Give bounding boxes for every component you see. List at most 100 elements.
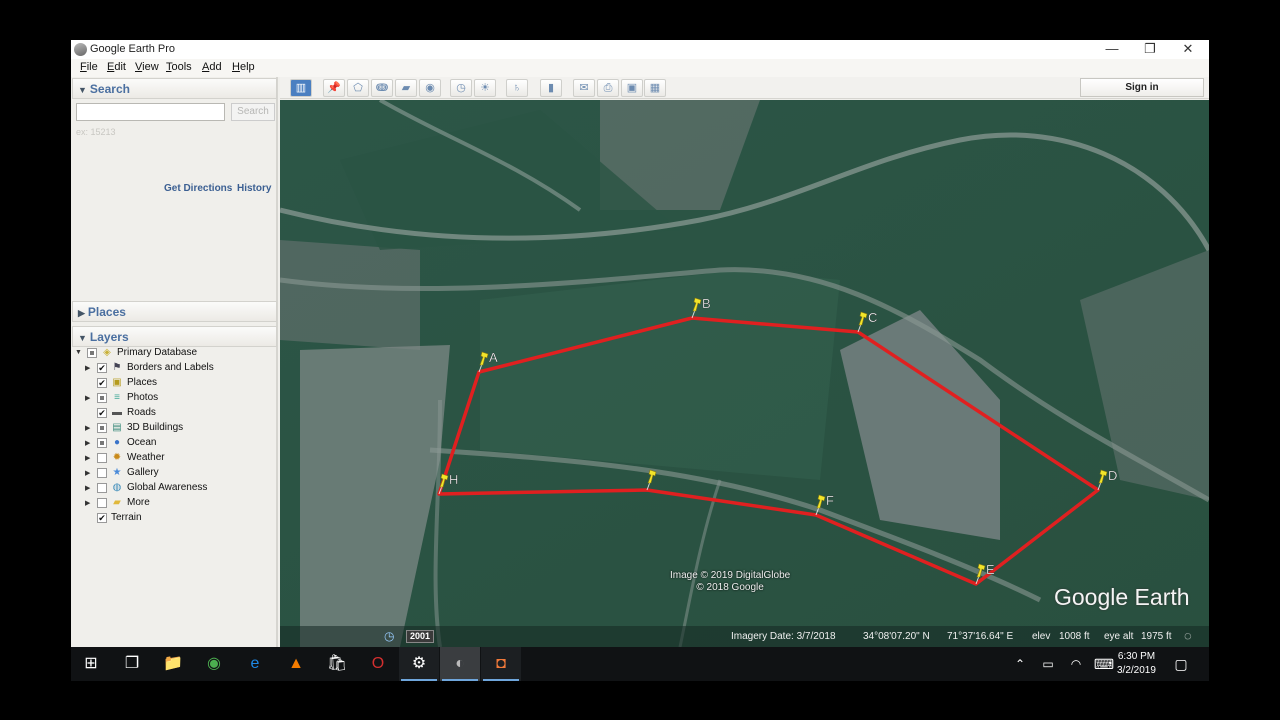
layer-item[interactable]: ▶ ✔ ⚑ Borders and Labels xyxy=(71,362,277,377)
collapse-arrow-icon[interactable]: ▼ xyxy=(75,349,82,356)
layer-label: Primary Database xyxy=(117,347,198,358)
layer-checkbox[interactable]: ✔ xyxy=(97,408,107,418)
elev-value: 1008 ft xyxy=(1059,631,1090,642)
close-button[interactable]: ✕ xyxy=(1169,40,1207,59)
layer-checkbox[interactable] xyxy=(97,438,107,448)
menu-add[interactable]: Add xyxy=(202,61,222,73)
placemark-label: D xyxy=(1108,468,1117,483)
historical-imagery-button[interactable]: ◷ xyxy=(450,79,472,97)
layer-checkbox[interactable] xyxy=(97,498,107,508)
screen-recorder-app[interactable]: ◘ xyxy=(481,647,521,681)
layer-checkbox[interactable]: ✔ xyxy=(97,513,107,523)
record-tour-button[interactable]: ◉ xyxy=(419,79,441,97)
search-input[interactable] xyxy=(76,103,225,121)
settings-app[interactable]: ⚙ xyxy=(399,647,439,681)
sunlight-button[interactable]: ☀ xyxy=(474,79,496,97)
status-bar: ◷ 2001 Imagery Date: 3/7/2018 34°08'07.2… xyxy=(280,626,1209,647)
placemark-label: F xyxy=(826,493,834,508)
layer-item[interactable]: ▼ ◈ Primary Database xyxy=(71,347,277,362)
file-explorer-app[interactable]: 📁 xyxy=(153,647,193,681)
weather-icon: ✹ xyxy=(112,452,122,463)
layer-item[interactable]: ▶ ● Ocean xyxy=(71,437,277,452)
layers-panel-header[interactable]: ▼ Layers xyxy=(72,326,277,347)
layer-item[interactable]: ▶ ✹ Weather xyxy=(71,452,277,467)
layer-checkbox[interactable] xyxy=(97,468,107,478)
task-view-button[interactable]: ❐ xyxy=(112,647,152,681)
expand-arrow-icon[interactable]: ▶ xyxy=(85,454,90,462)
chrome-app[interactable]: ◉ xyxy=(194,647,234,681)
layer-checkbox[interactable] xyxy=(97,453,107,463)
sign-in-button[interactable]: Sign in xyxy=(1080,78,1204,97)
expand-arrow-icon[interactable]: ▶ xyxy=(85,364,90,372)
layer-item[interactable]: ▶ ▰ More xyxy=(71,497,277,512)
expand-arrow-icon[interactable]: ▶ xyxy=(85,439,90,447)
historical-year-badge[interactable]: 2001 xyxy=(406,630,434,643)
historical-imagery-clock-icon[interactable]: ◷ xyxy=(384,629,394,643)
layer-item[interactable]: ✔ ▬ Roads xyxy=(71,407,277,422)
history-link[interactable]: History xyxy=(237,183,271,194)
taskbar-clock[interactable]: 6:30 PM 3/2/2019 xyxy=(1117,650,1156,678)
restore-button[interactable]: ❐ xyxy=(1131,40,1169,59)
layer-checkbox[interactable] xyxy=(97,393,107,403)
google-earth-app[interactable]: ◐ xyxy=(440,647,480,681)
menu-edit[interactable]: Edit xyxy=(107,61,126,73)
email-button[interactable]: ✉ xyxy=(573,79,595,97)
notifications-icon[interactable]: ▢ xyxy=(1161,647,1201,681)
add-image-overlay-button[interactable]: ▰ xyxy=(395,79,417,97)
switch-planet-icon: ♄ xyxy=(512,82,522,94)
opera-app[interactable]: O xyxy=(358,647,398,681)
email-icon: ✉ xyxy=(579,82,589,94)
map-view[interactable]: A B C D E F H Image © 2019 DigitalGlobe © 2018… xyxy=(280,100,1209,647)
layer-item[interactable]: ▶ ◍ Global Awareness xyxy=(71,482,277,497)
menu-help[interactable]: Help xyxy=(232,61,255,73)
database-icon: ◈ xyxy=(103,347,111,358)
layer-item[interactable]: ✔ ▣ Places xyxy=(71,377,277,392)
get-directions-link[interactable]: Get Directions xyxy=(164,183,232,194)
switch-planet-button[interactable]: ♄ xyxy=(506,79,528,97)
ruler-button[interactable]: ▮ xyxy=(540,79,562,97)
menu-bar: File Edit View Tools Add Help xyxy=(71,59,1209,77)
placemark-label: B xyxy=(702,296,711,311)
expand-arrow-icon[interactable]: ▶ xyxy=(85,424,90,432)
layer-item[interactable]: ✔ Terrain xyxy=(71,512,277,527)
vlc-app[interactable]: ▲ xyxy=(276,647,316,681)
add-path-button[interactable]: ↈ xyxy=(371,79,393,97)
layer-checkbox[interactable] xyxy=(97,423,107,433)
save-image-button[interactable]: ▣ xyxy=(621,79,643,97)
expand-arrow-icon[interactable]: ▶ xyxy=(85,469,90,477)
layer-checkbox[interactable]: ✔ xyxy=(97,363,107,373)
minimize-button[interactable]: — xyxy=(1093,40,1131,59)
print-button[interactable]: ⎙ xyxy=(597,79,619,97)
menu-tools[interactable]: Tools xyxy=(166,61,192,73)
menu-file[interactable]: File xyxy=(80,61,98,73)
store-app[interactable]: 🛍 xyxy=(317,647,357,681)
layer-label: More xyxy=(127,497,150,508)
print-icon: ⎙ xyxy=(603,82,613,94)
layer-item[interactable]: ▶ ▤ 3D Buildings xyxy=(71,422,277,437)
layer-checkbox[interactable] xyxy=(97,483,107,493)
edge-app[interactable]: e xyxy=(235,647,275,681)
search-button[interactable]: Search xyxy=(231,103,275,121)
roads-icon: ▬ xyxy=(112,407,122,418)
start-button[interactable]: ⊞ xyxy=(71,647,111,681)
layer-item[interactable]: ▶ ≡ Photos xyxy=(71,392,277,407)
layer-checkbox[interactable]: ✔ xyxy=(97,378,107,388)
layer-item[interactable]: ▶ ★ Gallery xyxy=(71,467,277,482)
layer-checkbox[interactable] xyxy=(87,348,97,358)
layer-label: 3D Buildings xyxy=(127,422,184,433)
menu-view[interactable]: View xyxy=(135,61,159,73)
expand-arrow-icon[interactable]: ▶ xyxy=(85,499,90,507)
hide-sidebar-button[interactable]: ▥ xyxy=(290,79,312,97)
hide-sidebar-icon: ▥ xyxy=(295,82,307,94)
expand-arrow-icon[interactable]: ▶ xyxy=(85,484,90,492)
add-placemark-button[interactable]: 📌 xyxy=(323,79,345,97)
satellite-imagery: A B C D E F H xyxy=(280,100,1209,647)
expand-arrow-icon[interactable]: ▶ xyxy=(85,394,90,402)
add-polygon-button[interactable]: ⬠ xyxy=(347,79,369,97)
eye-alt-value: 1975 ft xyxy=(1141,631,1172,642)
loading-spinner-icon: ◌ xyxy=(1184,628,1192,643)
placemark-label: C xyxy=(868,310,877,325)
view-in-maps-button[interactable]: ▦ xyxy=(644,79,666,97)
search-panel-header[interactable]: ▼ Search xyxy=(72,78,277,99)
places-panel-header[interactable]: ▶ Places xyxy=(72,301,277,322)
